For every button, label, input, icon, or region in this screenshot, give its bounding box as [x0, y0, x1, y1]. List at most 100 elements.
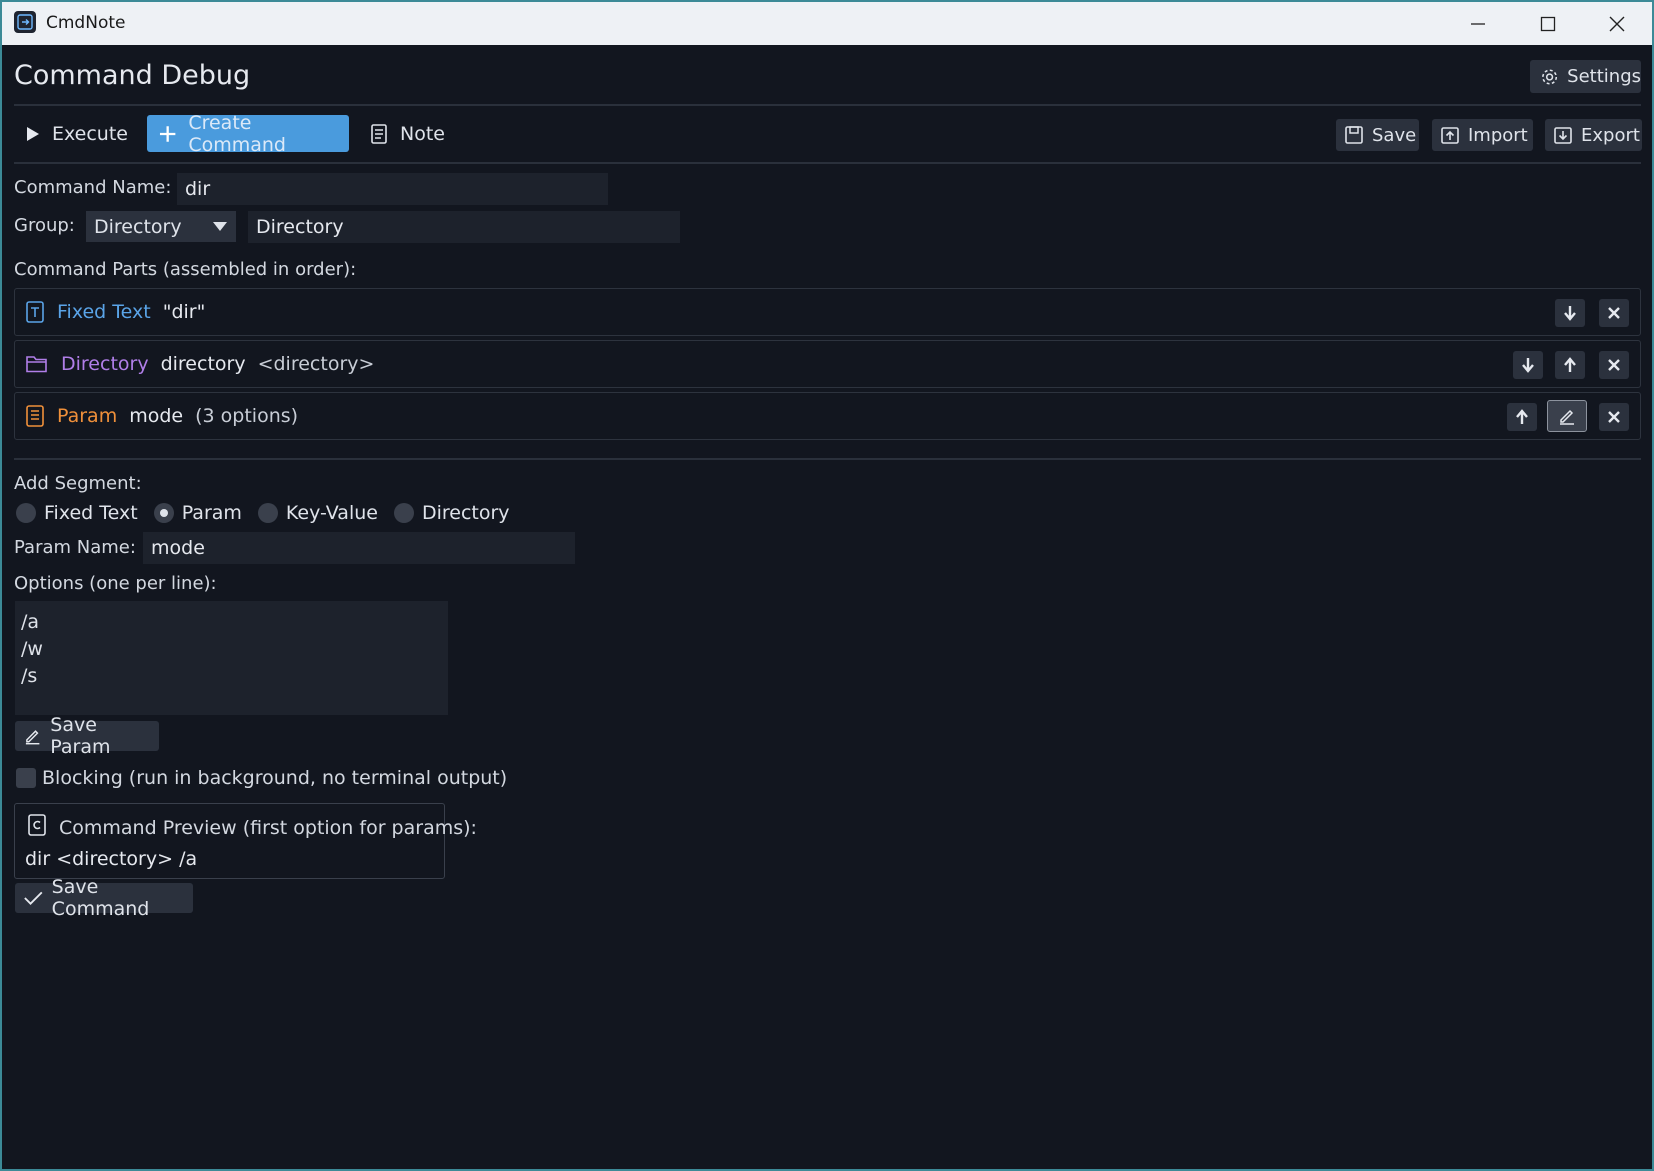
- segment-type-radio-group: Fixed Text Param Key-Value Directory: [16, 502, 526, 524]
- maximize-button[interactable]: [1513, 2, 1583, 45]
- copy-icon: [28, 814, 46, 836]
- radio-dot: [16, 503, 36, 523]
- radio-key-value[interactable]: Key-Value: [257, 502, 388, 524]
- list-icon: [25, 405, 45, 427]
- save-param-button[interactable]: Save Param: [15, 714, 159, 758]
- options-label: Options (one per line):: [14, 573, 217, 594]
- segment-type: Fixed Text: [57, 301, 151, 323]
- divider: [14, 162, 1641, 164]
- preview-value: dir <directory> /a: [25, 848, 198, 870]
- export-label: Export: [1581, 124, 1640, 146]
- play-icon: [27, 126, 39, 141]
- divider: [14, 458, 1641, 460]
- radio-label: Key-Value: [285, 502, 378, 524]
- segment-row-fixed-text: Fixed Text "dir": [14, 288, 1641, 336]
- add-segment-label: Add Segment:: [14, 473, 142, 494]
- tab-execute-label: Execute: [52, 122, 128, 145]
- import-icon: [1441, 127, 1459, 144]
- radio-fixed-text[interactable]: Fixed Text: [16, 502, 148, 524]
- close-icon: [1609, 16, 1625, 31]
- group-select[interactable]: Directory: [86, 211, 236, 242]
- save-button[interactable]: Save: [1336, 119, 1419, 151]
- import-button[interactable]: Import: [1432, 119, 1533, 151]
- option-line: /a: [21, 611, 40, 633]
- minimize-icon: [1471, 22, 1485, 25]
- export-button[interactable]: Export: [1545, 119, 1642, 151]
- blocking-label: Blocking (run in background, no terminal…: [42, 767, 508, 789]
- maximize-icon: [1540, 16, 1556, 31]
- save-command-label: Save Command: [51, 876, 150, 920]
- title-bar: CmdNote: [2, 2, 1652, 45]
- param-name-input[interactable]: [143, 532, 575, 564]
- move-down-button[interactable]: [1513, 351, 1543, 379]
- save-param-label: Save Param: [50, 714, 111, 758]
- command-name-label: Command Name:: [14, 177, 172, 198]
- radio-directory[interactable]: Directory: [393, 502, 520, 524]
- radio-param[interactable]: Param: [153, 502, 252, 524]
- tab-note-label: Note: [400, 122, 445, 145]
- tab-note[interactable]: Note: [358, 115, 458, 152]
- tab-execute[interactable]: Execute: [14, 115, 142, 152]
- note-icon: [371, 123, 387, 144]
- radio-label: Directory: [421, 502, 510, 524]
- page-title: Command Debug: [14, 60, 251, 91]
- delete-segment-button[interactable]: [1599, 351, 1629, 379]
- param-name-label: Param Name:: [14, 537, 136, 558]
- settings-label: Settings: [1567, 66, 1641, 87]
- close-icon: [1608, 411, 1620, 423]
- move-up-button[interactable]: [1555, 351, 1585, 379]
- tab-create-command[interactable]: Create Command: [147, 112, 349, 156]
- import-label: Import: [1468, 124, 1528, 146]
- delete-segment-button[interactable]: [1599, 299, 1629, 327]
- arrow-up-icon: [1564, 357, 1576, 372]
- segment-value: "dir": [162, 301, 206, 323]
- group-input[interactable]: [248, 211, 680, 243]
- move-down-button[interactable]: [1555, 299, 1585, 327]
- segment-value: mode: [129, 405, 184, 427]
- options-text: /a/w/s: [21, 609, 448, 690]
- close-icon: [1608, 359, 1620, 371]
- option-line: /s: [21, 665, 38, 687]
- radio-label: Fixed Text: [44, 502, 138, 524]
- command-parts-label: Command Parts (assembled in order):: [14, 259, 357, 280]
- save-command-button[interactable]: Save Command: [15, 876, 193, 920]
- pencil-icon: [1560, 409, 1574, 425]
- divider: [14, 104, 1641, 106]
- plus-icon: [159, 125, 176, 142]
- close-window-button[interactable]: [1582, 2, 1652, 45]
- text-file-icon: [25, 301, 45, 323]
- command-preview-panel: Command Preview (first option for params…: [14, 803, 477, 879]
- move-up-button[interactable]: [1507, 403, 1537, 431]
- radio-label: Param: [181, 502, 242, 524]
- minimize-button[interactable]: [1443, 2, 1513, 45]
- segment-row-directory: Directory directory <directory>: [14, 340, 1641, 388]
- chevron-down-icon: [213, 222, 227, 231]
- segment-value: directory: [160, 353, 246, 375]
- gear-icon: [1542, 69, 1558, 84]
- close-icon: [1608, 307, 1620, 319]
- settings-button[interactable]: Settings: [1530, 60, 1641, 93]
- delete-segment-button[interactable]: [1599, 403, 1629, 431]
- arrow-up-icon: [1516, 409, 1528, 424]
- segment-type: Directory: [61, 353, 149, 375]
- tab-create-command-label: Create Command: [188, 111, 286, 156]
- segment-row-param: Param mode (3 options): [14, 392, 1641, 440]
- segment-extra: (3 options): [195, 405, 299, 427]
- blocking-checkbox[interactable]: [16, 768, 36, 788]
- pencil-icon: [25, 730, 40, 745]
- save-icon: [1345, 126, 1363, 144]
- segment-type: Param: [57, 405, 118, 427]
- app-window: CmdNote Command Debug Settings Execute C…: [2, 2, 1652, 1169]
- option-line: /w: [21, 638, 43, 660]
- app-logo-icon: [14, 11, 36, 33]
- edit-segment-button[interactable]: [1547, 400, 1587, 432]
- export-icon: [1554, 127, 1572, 144]
- command-name-input[interactable]: [177, 173, 608, 205]
- folder-icon: [25, 354, 49, 374]
- radio-dot-selected: [153, 503, 174, 523]
- arrow-down-icon: [1522, 358, 1534, 373]
- save-label: Save: [1372, 124, 1417, 146]
- segment-extra: <directory>: [257, 353, 375, 375]
- radio-dot: [257, 503, 278, 523]
- options-textarea[interactable]: /a/w/s: [15, 601, 448, 715]
